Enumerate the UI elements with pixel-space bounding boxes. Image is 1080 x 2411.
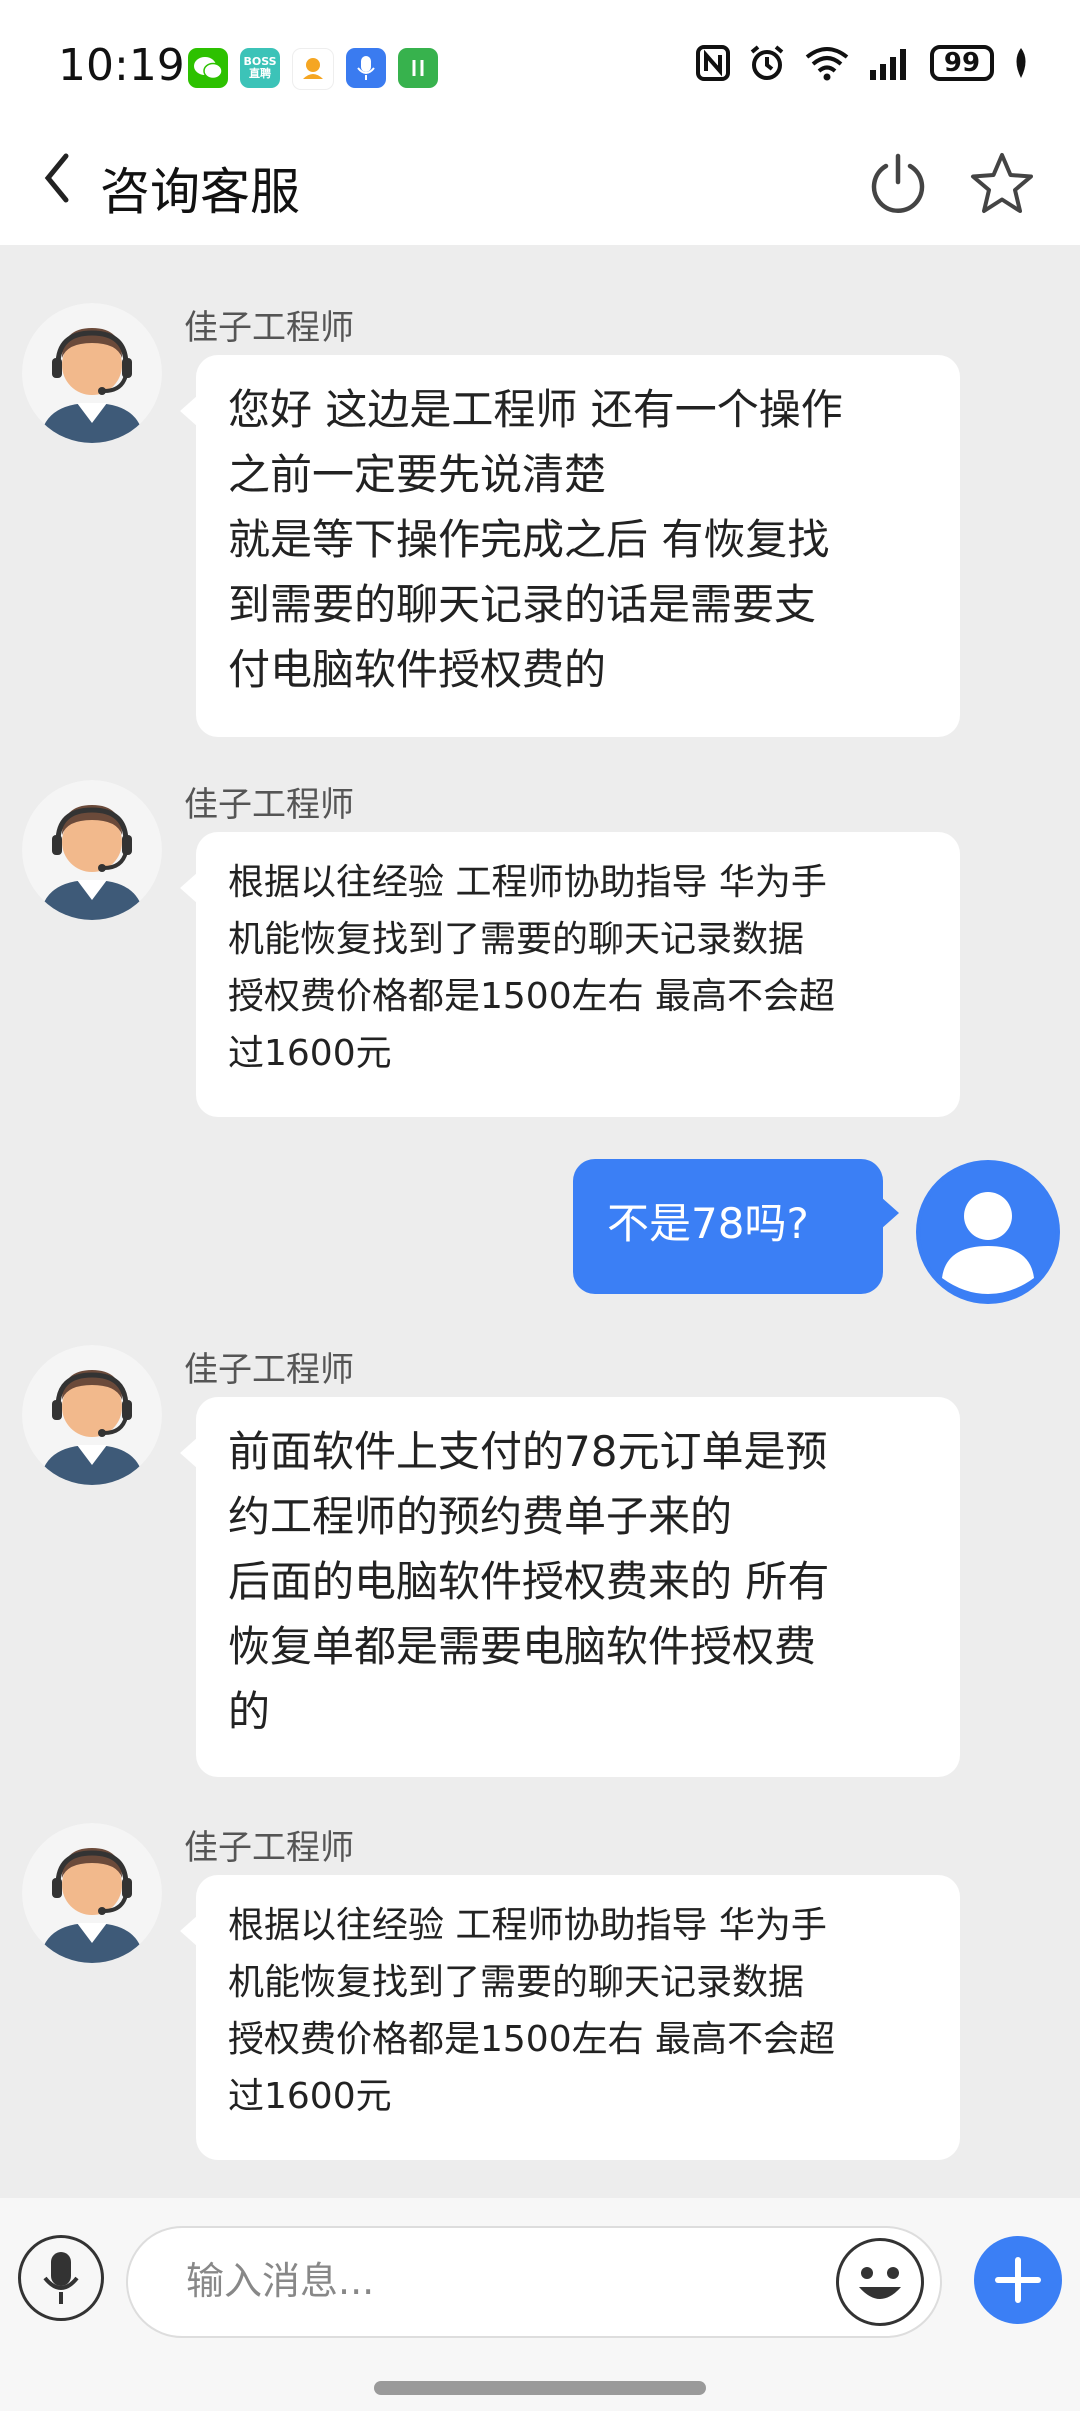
nfc-icon xyxy=(696,45,730,81)
notification-icons: BOSS 直聘 xyxy=(188,48,438,90)
message-input[interactable] xyxy=(184,2258,748,2304)
message-list[interactable]: 佳子工程师 您好 这边是工程师 还有一个操作 之前一定要先说清楚 就是等下操作完… xyxy=(0,245,1080,2195)
emoji-icon xyxy=(859,2267,901,2299)
clock: 10:19 xyxy=(58,40,185,91)
back-icon[interactable] xyxy=(38,148,78,208)
app-icon xyxy=(292,48,334,90)
sender-name: 佳子工程师 xyxy=(184,1828,354,1868)
emoji-button[interactable] xyxy=(836,2238,924,2326)
battery-indicator: 99 xyxy=(930,45,994,81)
microphone-icon xyxy=(43,2252,79,2304)
voice-input-button[interactable] xyxy=(18,2235,104,2321)
message-bubble[interactable]: 前面软件上支付的78元订单是预 约工程师的预约费单子来的 后面的电脑软件授权费来… xyxy=(180,1397,960,1777)
power-icon[interactable] xyxy=(866,152,930,216)
sender-name: 佳子工程师 xyxy=(184,1350,354,1390)
engineer-avatar xyxy=(22,303,162,443)
message-bubble-self[interactable]: 不是78吗? xyxy=(573,1159,899,1294)
signal-icon xyxy=(870,49,906,80)
user-avatar xyxy=(916,1160,1060,1304)
wifi-icon xyxy=(805,47,849,81)
app-icon-green xyxy=(398,48,438,88)
input-bar xyxy=(0,2198,1080,2411)
boss-zhipin-icon: BOSS 直聘 xyxy=(240,48,280,88)
engineer-avatar xyxy=(22,1345,162,1485)
voice-recorder-icon xyxy=(346,48,386,88)
sender-name: 佳子工程师 xyxy=(184,308,354,348)
plus-icon xyxy=(995,2257,1041,2303)
engineer-avatar xyxy=(22,1823,162,1963)
sender-name: 佳子工程师 xyxy=(184,785,354,825)
wechat-icon xyxy=(188,48,228,88)
engineer-avatar xyxy=(22,780,162,920)
add-attachment-button[interactable] xyxy=(974,2236,1062,2324)
alarm-icon xyxy=(750,45,784,80)
page-title: 咨询客服 xyxy=(100,163,300,221)
star-icon[interactable] xyxy=(968,150,1036,218)
message-bubble[interactable]: 您好 这边是工程师 还有一个操作 之前一定要先说清楚 就是等下操作完成之后 有恢… xyxy=(180,355,960,737)
status-bar: 10:19 BOSS 直聘 99 xyxy=(0,0,1080,130)
message-input-field[interactable] xyxy=(126,2226,942,2338)
system-icons: 99 xyxy=(696,44,1030,82)
home-indicator[interactable] xyxy=(374,2381,706,2395)
message-bubble[interactable]: 根据以往经验 工程师协助指导 华为手 机能恢复找到了需要的聊天记录数据 授权费价… xyxy=(180,832,960,1117)
message-bubble[interactable]: 根据以往经验 工程师协助指导 华为手 机能恢复找到了需要的聊天记录数据 授权费价… xyxy=(180,1875,960,2160)
leaf-icon xyxy=(1016,48,1026,78)
title-bar: 咨询客服 xyxy=(0,130,1080,245)
